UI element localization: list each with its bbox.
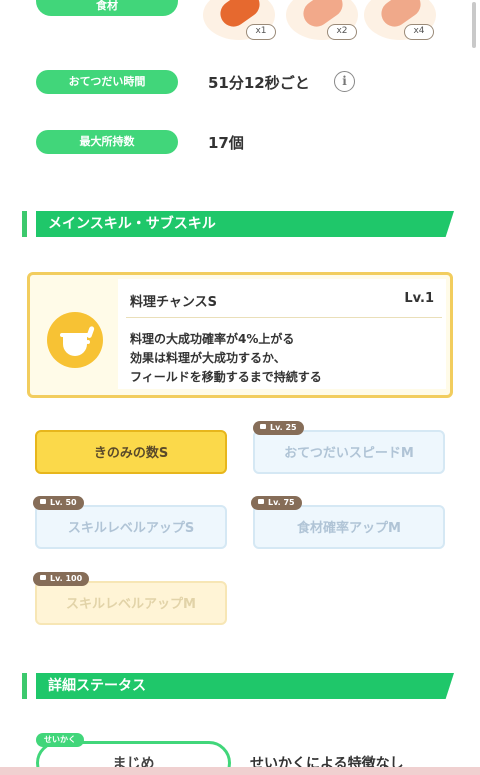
cooking-pot-icon <box>47 312 103 368</box>
sub-skill-button[interactable]: スキルレベルアップS <box>35 505 227 549</box>
main-skill-name: 料理チャンスS <box>130 295 217 310</box>
lock-level-badge: Lv. 25 <box>253 421 304 435</box>
lock-icon <box>40 575 46 580</box>
main-skill-card[interactable]: 料理チャンスS Lv.1 料理の大成功確率が4%上がる 効果は料理が大成功するか… <box>27 272 453 398</box>
scrollbar[interactable] <box>472 2 476 48</box>
description-line: 料理の大成功確率が4%上がる <box>130 332 295 346</box>
max-carry-label: 最大所持数 <box>36 130 178 154</box>
sub-skill-button[interactable]: 食材確率アップM <box>253 505 445 549</box>
lock-icon <box>258 499 264 504</box>
lock-level-badge: Lv. 100 <box>33 572 90 586</box>
ingredient-1-count: x1 <box>246 24 276 40</box>
ingredient-2-count: x2 <box>327 24 357 40</box>
description-line: フィールドを移動するまで持続する <box>130 370 322 384</box>
help-interval-label: おてつだい時間 <box>36 70 178 94</box>
sub-skill-button[interactable]: スキルレベルアップM <box>35 581 227 625</box>
sub-skill-button[interactable]: きのみの数S <box>35 430 227 474</box>
bottom-edge <box>0 767 480 775</box>
help-interval-value: 51分12秒ごと <box>208 74 310 92</box>
nature-label: せいかく <box>36 733 84 747</box>
divider <box>126 317 442 318</box>
sub-skill-button[interactable]: おてつだいスピードM <box>253 430 445 474</box>
main-skill-level: Lv.1 <box>404 291 434 306</box>
ingredients-label: 食材 <box>36 0 178 16</box>
lock-level-badge: Lv. 75 <box>251 496 302 510</box>
main-skill-section-header: メインスキル・サブスキル <box>22 211 454 237</box>
detail-status-section-header: 詳細ステータス <box>22 673 454 699</box>
section-title: メインスキル・サブスキル <box>48 216 216 232</box>
info-icon[interactable]: i <box>334 71 355 92</box>
lock-icon <box>260 424 266 429</box>
main-skill-description: 料理の大成功確率が4%上がる 効果は料理が大成功するか、 フィールドを移動するま… <box>130 330 322 387</box>
max-carry-value: 17個 <box>208 134 244 152</box>
description-line: 効果は料理が大成功するか、 <box>130 351 286 365</box>
ingredient-3-count: x4 <box>404 24 434 40</box>
section-title: 詳細ステータス <box>48 678 146 694</box>
lock-icon <box>40 499 46 504</box>
lock-level-badge: Lv. 50 <box>33 496 84 510</box>
